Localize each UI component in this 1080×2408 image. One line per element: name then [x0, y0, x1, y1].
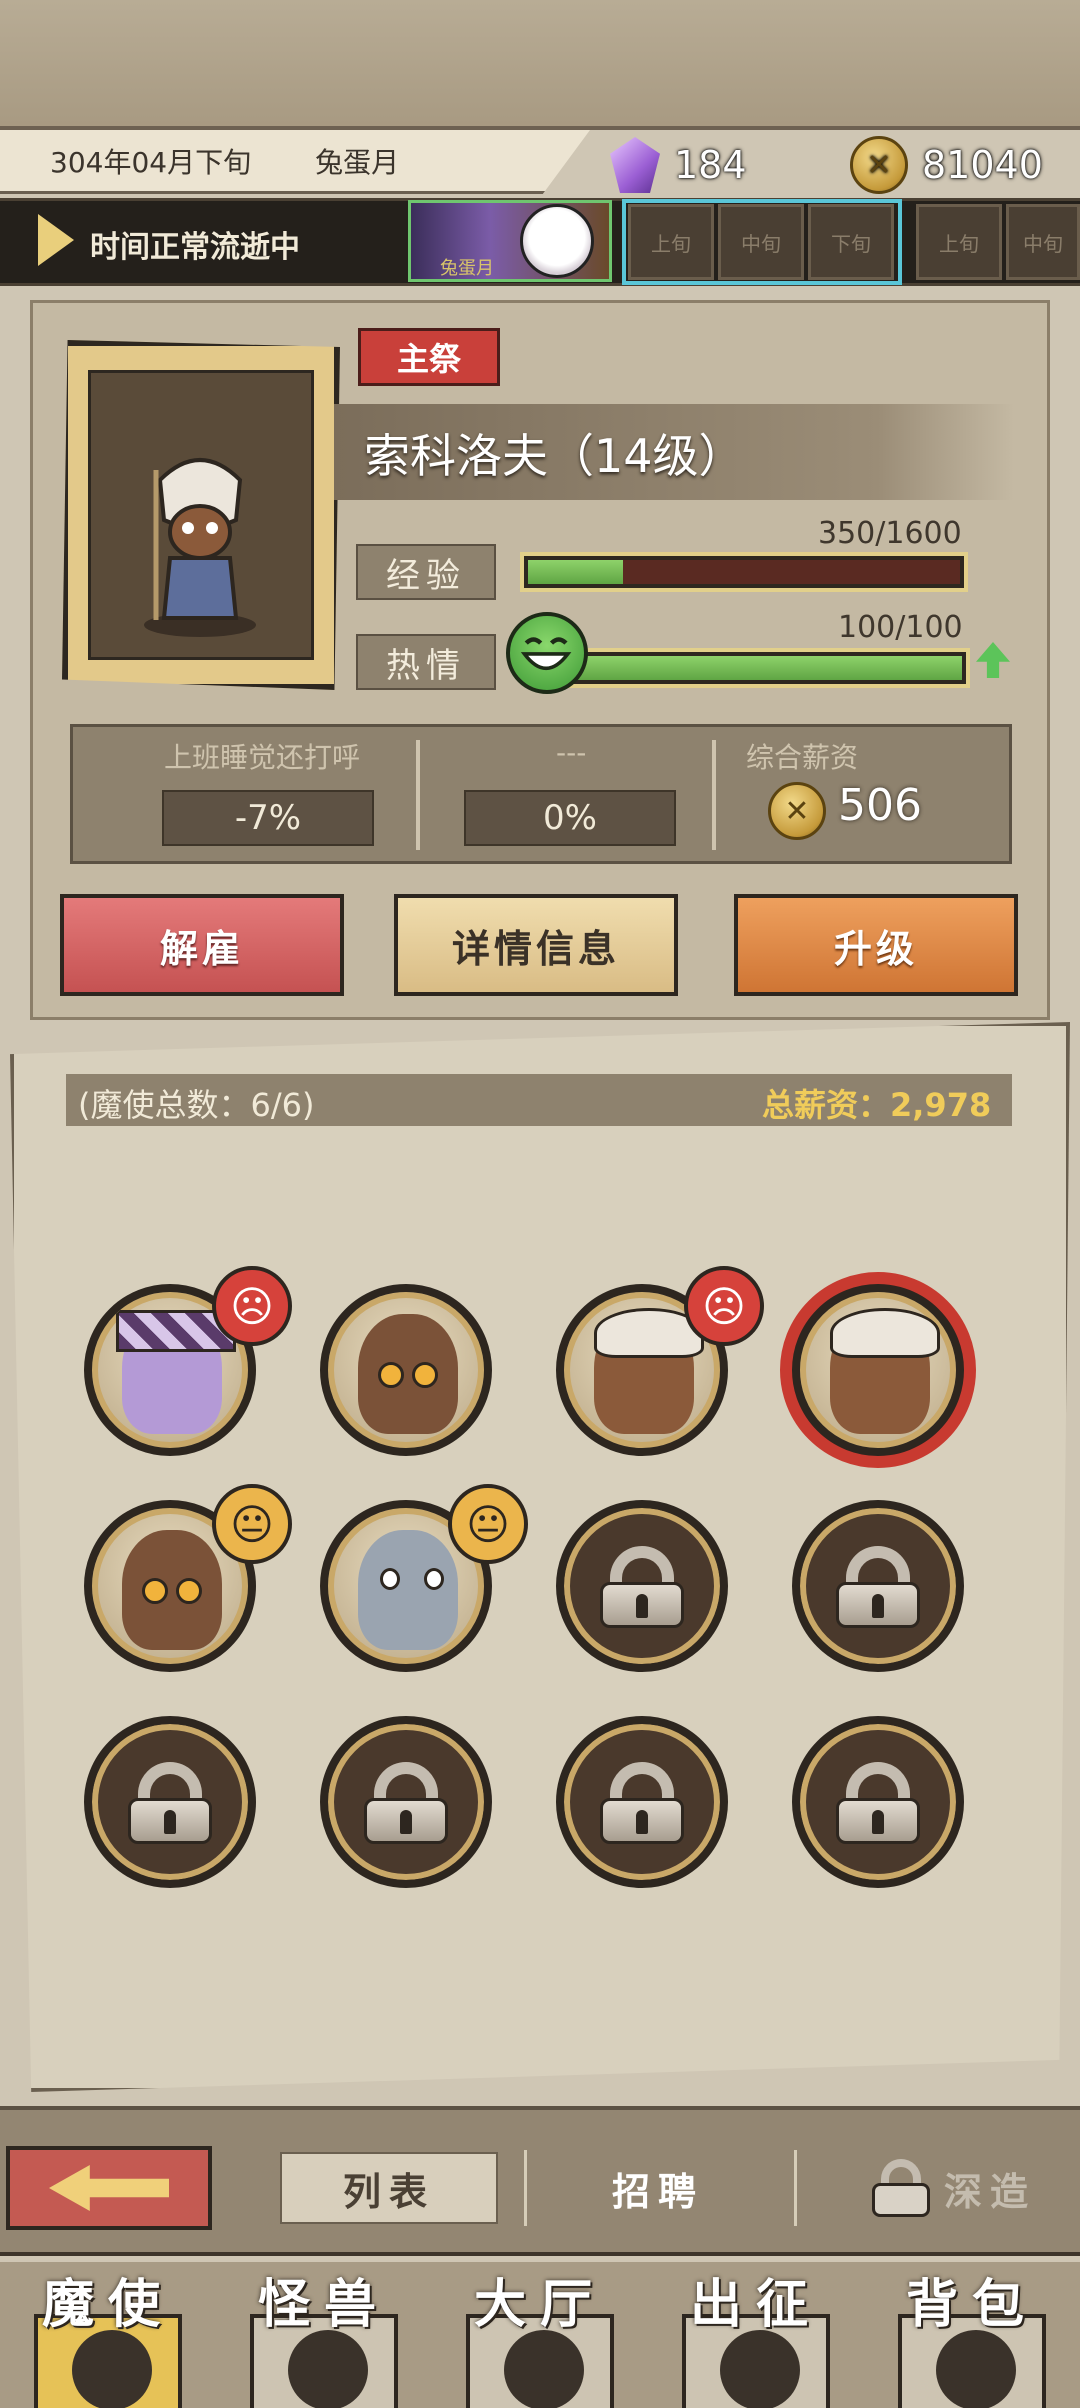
- roster-slot-locked[interactable]: [792, 1716, 964, 1888]
- month-card-label: 兔蛋月: [440, 258, 494, 279]
- coin-icon: ✕: [850, 136, 908, 194]
- backpack-icon: [936, 2330, 1016, 2408]
- skull-icon: [72, 2330, 152, 2408]
- roster-slot-locked[interactable]: [556, 1716, 728, 1888]
- date-banner: 304年04月下旬 兔蛋月: [0, 130, 590, 194]
- lock-icon: [600, 1546, 684, 1628]
- trait-2-title: ---: [556, 736, 587, 769]
- crystal-icon: [610, 137, 660, 193]
- tab-deep-study[interactable]: 深造: [834, 2152, 1074, 2224]
- ten-day-slot-5[interactable]: 中旬: [1006, 204, 1080, 280]
- happy-face-icon: [506, 612, 588, 694]
- roster-count: (魔使总数：6/6): [78, 1086, 315, 1124]
- hall-icon: [504, 2330, 584, 2408]
- info-divider: [416, 740, 420, 850]
- dismiss-button[interactable]: 解雇: [60, 894, 344, 996]
- ten-day-slot-4[interactable]: 上旬: [916, 204, 1002, 280]
- back-arrow-icon: [49, 2165, 169, 2211]
- roster-slot-locked[interactable]: [556, 1500, 728, 1672]
- passion-bar-fill: [568, 656, 962, 680]
- month-name: 兔蛋月: [315, 145, 400, 179]
- lock-icon: [364, 1762, 448, 1844]
- details-button[interactable]: 详情信息: [394, 894, 678, 996]
- nav-label: 魔使: [41, 2275, 174, 2335]
- coin-counter[interactable]: ✕ 81040: [850, 130, 1043, 200]
- nav-label: 大厅: [473, 2275, 606, 2335]
- lock-icon: [836, 1762, 920, 1844]
- roster-slot-locked[interactable]: [320, 1716, 492, 1888]
- passion-bar: [560, 648, 970, 688]
- roster-slot-member-4-selected[interactable]: [792, 1284, 964, 1456]
- roster-slot-locked[interactable]: [792, 1500, 964, 1672]
- trait-1-value: -7%: [162, 790, 374, 846]
- coin-icon: ✕: [768, 782, 826, 840]
- trait-2-value: 0%: [464, 790, 676, 846]
- nav-label: 出征: [689, 2275, 822, 2335]
- time-status: 时间正常流逝中: [90, 230, 300, 265]
- neutral-mood-icon: 😐: [448, 1484, 528, 1564]
- nav-expedition[interactable]: 出征: [658, 2262, 854, 2408]
- passion-value: 100/100: [838, 610, 963, 645]
- lock-icon: [600, 1762, 684, 1844]
- salary-value: 506: [838, 780, 922, 831]
- upgrade-button[interactable]: 升级: [734, 894, 1018, 996]
- current-month-highlight: [622, 199, 902, 285]
- nav-monster[interactable]: 怪兽: [226, 2262, 422, 2408]
- exp-bar: [520, 552, 968, 592]
- tab-recruit[interactable]: 招聘: [548, 2152, 768, 2224]
- lock-icon: [128, 1762, 212, 1844]
- character-avatar: [358, 1530, 458, 1650]
- exp-bar-fill: [528, 560, 624, 584]
- lock-icon: [871, 2159, 930, 2217]
- coin-count: 81040: [922, 143, 1043, 187]
- lock-icon: [836, 1546, 920, 1628]
- tab-list[interactable]: 列表: [280, 2152, 498, 2224]
- nav-label: 怪兽: [257, 2275, 390, 2335]
- tab-deep-label: 深造: [943, 2169, 1036, 2214]
- character-name: 索科洛夫（14级）: [364, 429, 745, 483]
- role-badge: 主祭: [358, 328, 500, 386]
- exp-label: 经验: [356, 544, 496, 600]
- angry-mood-icon: ☹: [684, 1266, 764, 1346]
- monster-icon: [288, 2330, 368, 2408]
- tab-divider: [794, 2150, 797, 2226]
- top-frame: [0, 0, 1080, 130]
- expedition-icon: [720, 2330, 800, 2408]
- nav-hall[interactable]: 大厅: [442, 2262, 638, 2408]
- crystal-counter[interactable]: 184: [610, 130, 747, 200]
- rabbit-icon: [520, 204, 594, 278]
- roster-slot-locked[interactable]: [84, 1716, 256, 1888]
- back-button[interactable]: [6, 2146, 212, 2230]
- nav-backpack[interactable]: 背包: [874, 2262, 1070, 2408]
- info-divider: [712, 740, 716, 850]
- character-portrait-figure: [144, 458, 256, 637]
- exp-value: 350/1600: [818, 516, 962, 551]
- neutral-mood-icon: 😐: [212, 1484, 292, 1564]
- tab-divider: [524, 2150, 527, 2226]
- nav-label: 背包: [905, 2275, 1038, 2335]
- roster-slot-member-2[interactable]: [320, 1284, 492, 1456]
- roster-total-salary: 总薪资：2,978: [762, 1086, 992, 1124]
- crystal-count: 184: [674, 143, 747, 187]
- salary-title: 综合薪资: [746, 741, 859, 774]
- trait-1-title: 上班睡觉还打呼: [164, 741, 361, 774]
- nav-demon-envoy[interactable]: 魔使: [10, 2262, 206, 2408]
- angry-mood-icon: ☹: [212, 1266, 292, 1346]
- date-text: 304年04月下旬: [50, 145, 252, 179]
- play-icon[interactable]: [38, 214, 74, 266]
- passion-label: 热情: [356, 634, 496, 690]
